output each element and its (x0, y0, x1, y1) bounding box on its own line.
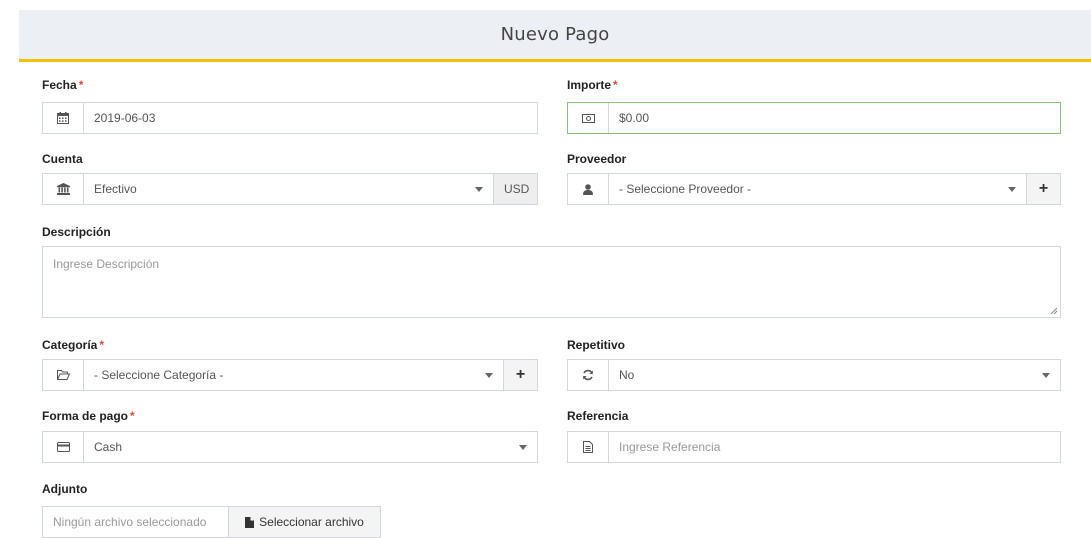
chevron-down-icon (485, 373, 493, 378)
panel-header: Nuevo Pago (19, 10, 1091, 62)
cuenta-select-group[interactable]: Efectivo USD (42, 173, 538, 205)
chevron-down-icon (475, 187, 483, 192)
fecha-input[interactable]: 2019-06-03 (84, 103, 537, 133)
forma-pago-label-text: Forma de pago (42, 409, 129, 423)
money-icon (568, 103, 609, 133)
required-marker: * (99, 338, 105, 352)
plus-icon: + (515, 366, 526, 383)
plus-icon: + (1038, 180, 1049, 197)
referencia-input[interactable]: Ingrese Referencia (609, 432, 1060, 462)
refresh-icon (568, 360, 609, 390)
forma-pago-label: Forma de pago * (42, 409, 135, 423)
cuenta-selected-value: Efectivo (94, 182, 137, 196)
categoria-selected-value: - Seleccione Categoría - (94, 368, 224, 382)
cuenta-select[interactable]: Efectivo (84, 174, 493, 204)
file-icon (245, 516, 255, 528)
importe-input-group[interactable]: $0.00 (567, 102, 1061, 134)
select-file-label: Seleccionar archivo (259, 515, 364, 529)
descripcion-textarea[interactable]: Ingrese Descripción (42, 246, 1061, 318)
forma-pago-select[interactable]: Cash (84, 432, 537, 462)
categoria-select-group[interactable]: - Seleccione Categoría - + (42, 359, 538, 391)
add-proveedor-button[interactable]: + (1026, 174, 1060, 204)
categoria-label-text: Categoría (42, 338, 98, 352)
adjunto-label: Adjunto (42, 482, 88, 496)
repetitivo-selected-value: No (619, 368, 635, 382)
bank-icon (43, 174, 84, 204)
importe-input[interactable]: $0.00 (609, 103, 1060, 133)
file-name-display[interactable]: Ningún archivo seleccionado (42, 506, 228, 538)
forma-pago-select-group[interactable]: Cash (42, 431, 538, 463)
panel-title: Nuevo Pago (500, 24, 610, 45)
referencia-input-group[interactable]: Ingrese Referencia (567, 431, 1061, 463)
chevron-down-icon (1008, 187, 1016, 192)
referencia-label: Referencia (567, 409, 629, 423)
fecha-input-group[interactable]: 2019-06-03 (42, 102, 538, 134)
proveedor-label: Proveedor (567, 152, 627, 166)
fecha-label: Fecha * (42, 78, 83, 92)
add-categoria-button[interactable]: + (503, 360, 537, 390)
folder-open-icon (43, 360, 84, 390)
chevron-down-icon (1042, 373, 1050, 378)
required-marker: * (613, 78, 618, 92)
categoria-label: Categoría * (42, 338, 104, 352)
required-marker: * (130, 409, 135, 423)
repetitivo-select-group[interactable]: No (567, 359, 1061, 391)
chevron-down-icon (519, 445, 527, 450)
repetitivo-label: Repetitivo (567, 338, 626, 352)
currency-addon: USD (493, 174, 537, 204)
required-marker: * (78, 78, 84, 92)
proveedor-selected-value: - Seleccione Proveedor - (619, 182, 752, 196)
descripcion-placeholder: Ingrese Descripción (53, 257, 160, 271)
importe-label-text: Importe (567, 78, 612, 92)
cuenta-label: Cuenta (42, 152, 83, 166)
descripcion-label: Descripción (42, 225, 111, 239)
repetitivo-select[interactable]: No (609, 360, 1060, 390)
credit-card-icon (43, 432, 84, 462)
forma-pago-selected-value: Cash (94, 440, 123, 454)
resize-grip-icon[interactable] (1050, 307, 1058, 315)
file-text-icon (568, 432, 609, 462)
select-file-button[interactable]: Seleccionar archivo (228, 506, 381, 538)
categoria-select[interactable]: - Seleccione Categoría - (84, 360, 503, 390)
calendar-icon (43, 103, 84, 133)
adjunto-file-input[interactable]: Ningún archivo seleccionado Seleccionar … (42, 506, 381, 538)
proveedor-select-group[interactable]: - Seleccione Proveedor - + (567, 173, 1061, 205)
proveedor-select[interactable]: - Seleccione Proveedor - (609, 174, 1026, 204)
user-icon (568, 174, 609, 204)
importe-label: Importe * (567, 78, 618, 92)
fecha-label-text: Fecha (42, 78, 77, 92)
